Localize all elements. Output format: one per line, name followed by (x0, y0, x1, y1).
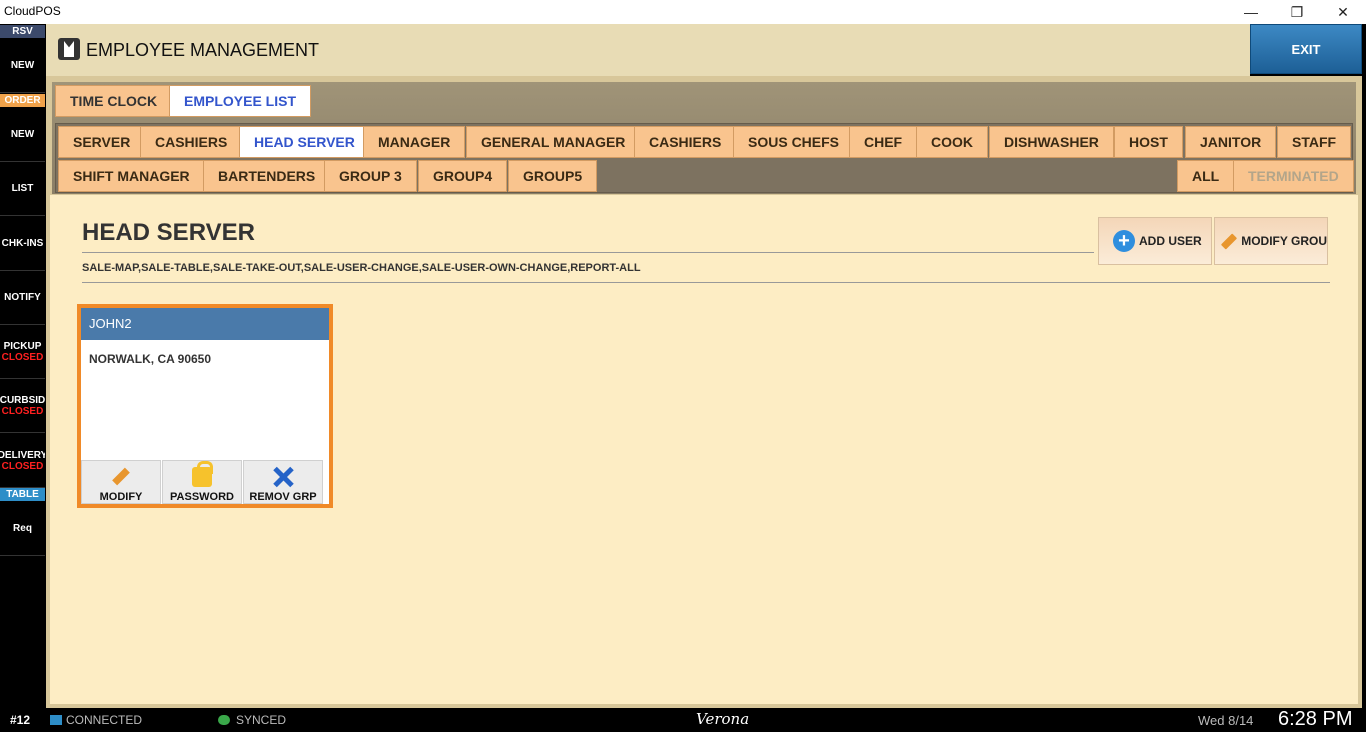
order-new-button[interactable]: NEW (0, 108, 45, 162)
sidebar-item-label: LIST (11, 183, 34, 194)
page-title: EMPLOYEE MANAGEMENT (86, 40, 320, 60)
group-tab-head-server[interactable]: HEAD SERVER (239, 126, 370, 158)
left-sidebar: RSV NEW ORDER NEW LIST CHK-INS NOTIFY PI… (0, 24, 46, 708)
group-tab-group5[interactable]: GROUP5 (508, 160, 598, 192)
monitor-icon (50, 714, 62, 728)
modify-group-label: MODIFY GROU (1241, 234, 1327, 248)
status-closed: CLOSED (1, 460, 44, 472)
pencil-icon (111, 467, 131, 487)
group-tab-cashiers[interactable]: CASHIERS (140, 126, 243, 158)
modify-group-button[interactable]: MODIFY GROU (1214, 217, 1328, 265)
employee-card[interactable]: JOHN2 NORWALK, CA 90650 MODIFY PASSWORD … (77, 304, 333, 508)
filter-all-button[interactable]: ALL (1177, 160, 1235, 192)
modify-employee-button[interactable]: MODIFY (81, 460, 161, 504)
divider (82, 252, 1094, 253)
location-name: Verona (696, 710, 750, 728)
add-user-label: ADD USER (1139, 234, 1202, 248)
status-closed: CLOSED (1, 405, 44, 417)
app-title: CloudPOS (4, 4, 61, 18)
group-tab-sous-chefs[interactable]: SOUS CHEFS (733, 126, 855, 158)
status-closed: CLOSED (1, 351, 44, 363)
group-bar: SERVER CASHIERS HEAD SERVER MANAGER GENE… (55, 123, 1354, 193)
delivery-button[interactable]: DELIVERY CLOSED (0, 434, 45, 488)
group-tab-server[interactable]: SERVER (58, 126, 146, 158)
status-bar: #12 CONNECTED SYNCED Verona Wed 8/14 6:2… (0, 708, 1366, 732)
group-tab-staff[interactable]: STAFF (1277, 126, 1352, 158)
table-header: TABLE (0, 488, 45, 501)
group-tab-general-manager[interactable]: GENERAL MANAGER (466, 126, 641, 158)
filter-terminated-button[interactable]: TERMINATED (1233, 160, 1354, 192)
plus-icon: + (1113, 230, 1135, 252)
password-label: PASSWORD (170, 491, 234, 503)
group-tab-bartenders[interactable]: BARTENDERS (203, 160, 331, 192)
rsv-header: RSV (0, 25, 45, 38)
status-date: Wed 8/14 (1198, 713, 1254, 728)
password-button[interactable]: PASSWORD (162, 460, 242, 504)
tuxedo-icon (58, 38, 80, 60)
group-content: HEAD SERVER SALE-MAP,SALE-TABLE,SALE-TAK… (50, 195, 1358, 704)
add-user-button[interactable]: + ADD USER (1098, 217, 1212, 265)
status-time: 6:28 PM (1278, 708, 1353, 730)
minimize-button[interactable]: — (1228, 0, 1274, 24)
sidebar-item-label: NEW (10, 60, 35, 71)
sync-status: SYNCED (236, 713, 287, 727)
sidebar-item-label: CURBSID (0, 394, 45, 406)
pickup-button[interactable]: PICKUP CLOSED (0, 325, 45, 379)
group-tab-group-3[interactable]: GROUP 3 (324, 160, 417, 192)
table-req-button[interactable]: Req (0, 502, 45, 556)
order-header: ORDER (0, 94, 45, 107)
group-tab-manager[interactable]: MANAGER (363, 126, 466, 158)
sidebar-item-label: PICKUP (3, 340, 42, 352)
group-tab-shift-manager[interactable]: SHIFT MANAGER (58, 160, 205, 192)
checkins-button[interactable]: CHK-INS (0, 217, 45, 271)
modify-label: MODIFY (99, 491, 143, 503)
sidebar-item-label: NEW (10, 129, 35, 140)
notify-button[interactable]: NOTIFY (0, 271, 45, 325)
group-tab-cashiers-2[interactable]: CASHIERS (634, 126, 737, 158)
pencil-icon (1219, 232, 1235, 250)
group-tab-host[interactable]: HOST (1114, 126, 1183, 158)
order-list-button[interactable]: LIST (0, 162, 45, 216)
curbside-button[interactable]: CURBSID CLOSED (0, 379, 45, 433)
sidebar-item-label: DELIVERY (0, 449, 45, 461)
group-tab-dishwasher[interactable]: DISHWASHER (989, 126, 1114, 158)
tab-bar: TIME CLOCK EMPLOYEE LIST SERVER CASHIERS… (52, 82, 1356, 194)
group-tab-chef[interactable]: CHEF (849, 126, 918, 158)
group-title: HEAD SERVER (82, 219, 255, 246)
page-header: EMPLOYEE MANAGEMENT (46, 24, 1250, 76)
remove-group-button[interactable]: REMOV GRP (243, 460, 323, 504)
restore-button[interactable]: ❐ (1274, 0, 1320, 24)
tab-time-clock[interactable]: TIME CLOCK (55, 85, 173, 117)
group-tab-cook[interactable]: COOK (916, 126, 988, 158)
group-permissions: SALE-MAP,SALE-TABLE,SALE-TAKE-OUT,SALE-U… (82, 262, 641, 274)
divider (82, 282, 1330, 283)
group-tab-janitor[interactable]: JANITOR (1185, 126, 1277, 158)
main-panel: TIME CLOCK EMPLOYEE LIST SERVER CASHIERS… (46, 76, 1362, 708)
cloud-icon (218, 714, 230, 728)
lock-icon (192, 461, 213, 487)
window-titlebar: CloudPOS — ❐ ✕ (0, 0, 1366, 24)
employee-address: NORWALK, CA 90650 (89, 352, 212, 366)
tab-employee-list[interactable]: EMPLOYEE LIST (169, 85, 312, 117)
sidebar-item-label: CHK-INS (1, 238, 44, 249)
connection-status: CONNECTED (66, 713, 143, 727)
sidebar-item-label: NOTIFY (4, 292, 41, 303)
close-icon (273, 467, 293, 487)
exit-button[interactable]: EXIT (1250, 24, 1362, 74)
employee-name: JOHN2 (81, 308, 329, 340)
remove-group-label: REMOV GRP (249, 491, 317, 503)
close-window-button[interactable]: ✕ (1320, 0, 1366, 24)
group-tab-group4[interactable]: GROUP4 (418, 160, 508, 192)
rsv-new-button[interactable]: NEW (0, 39, 45, 93)
sidebar-item-label: Req (13, 523, 32, 534)
station-number: #12 (10, 713, 31, 727)
